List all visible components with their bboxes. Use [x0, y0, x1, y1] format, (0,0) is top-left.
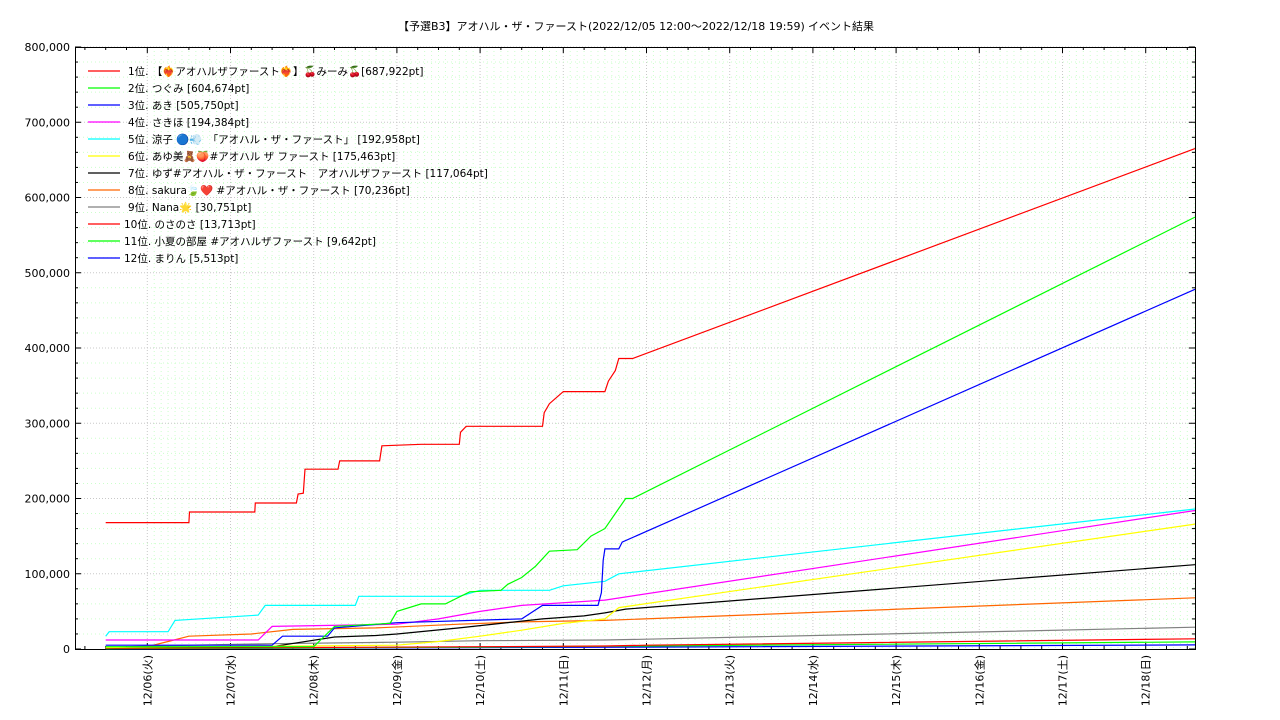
series-line-2 — [105, 216, 1196, 648]
series-line-3 — [105, 288, 1196, 646]
x-tick-label: 12/13(火) — [724, 655, 737, 706]
y-tick-label: 0 — [63, 643, 70, 656]
y-tick-label: 500,000 — [25, 267, 71, 280]
legend-entry: 12位. まりん [5,513pt] — [124, 252, 238, 265]
legend-entry: 2位. つぐみ [604,674pt] — [128, 82, 249, 95]
legend-entry: 9位. Nana🌟 [30,751pt] — [128, 201, 251, 214]
y-tick-label: 700,000 — [25, 116, 71, 129]
x-tick-label: 12/18(日) — [1140, 655, 1153, 706]
legend-entry: 7位. ゆず#アオハル・ザ・ファースト アオハルザファースト [117,064p… — [128, 167, 488, 180]
series-line-7 — [105, 564, 1196, 649]
ranking-line-chart: 【予選B3】アオハル・ザ・ファースト(2022/12/05 12:00〜2022… — [25, 19, 1196, 706]
y-tick-label: 600,000 — [25, 192, 71, 205]
legend-entry: 8位. sakura🍃❤️ #アオハル・ザ・ファースト [70,236pt] — [128, 184, 410, 197]
x-tick-label: 12/16(金) — [972, 655, 986, 706]
x-tick-label: 12/15(木) — [890, 655, 903, 706]
x-tick-label: 12/10(土) — [474, 655, 487, 706]
chart-title-right: イベント結果 — [808, 19, 874, 33]
legend: 1位. 【❤️‍🔥アオハルザファースト❤️‍🔥】🍒みーみ🍒[687,922pt]… — [88, 65, 488, 265]
x-tick-label: 12/17(土) — [1057, 655, 1070, 706]
x-tick-label: 12/14(水) — [807, 655, 820, 706]
y-tick-label: 800,000 — [25, 41, 71, 54]
x-tick-label: 12/06(火) — [141, 655, 154, 706]
x-tick-label: 12/11(日) — [557, 655, 570, 706]
legend-entry: 6位. あゆ美🧸🍑#アオハル ザ ファースト [175,463pt] — [128, 150, 395, 163]
legend-entry: 5位. 涼子 🔵💨 「アオハル・ザ・ファースト」 [192,958pt] — [128, 133, 420, 146]
series-line-9 — [105, 626, 1196, 649]
legend-entry: 4位. さきほ [194,384pt] — [128, 116, 249, 129]
legend-entry: 1位. 【❤️‍🔥アオハルザファースト❤️‍🔥】🍒みーみ🍒[687,922pt] — [128, 65, 424, 78]
y-tick-label: 300,000 — [25, 417, 71, 430]
x-tick-label: 12/09(金) — [390, 655, 404, 706]
legend-entry: 10位. のさのさ [13,713pt] — [124, 218, 256, 231]
legend-entry: 11位. 小夏の部屋 #アオハルザファースト [9,642pt] — [124, 235, 376, 248]
y-tick-label: 400,000 — [25, 342, 71, 355]
legend-entry: 3位. あき [505,750pt] — [128, 99, 239, 112]
x-tick-label: 12/08(木) — [308, 655, 321, 706]
series-line-5 — [105, 508, 1196, 637]
series-line-1 — [105, 148, 1196, 524]
x-tick-label: 12/12(月) — [641, 655, 654, 706]
series-lines — [105, 148, 1196, 650]
x-tick-label: 12/07(水) — [225, 655, 238, 706]
y-tick-label: 100,000 — [25, 568, 71, 581]
y-tick-label: 200,000 — [25, 493, 71, 506]
chart-title: 【予選B3】アオハル・ザ・ファースト(2022/12/05 12:00〜2022… — [398, 20, 805, 33]
